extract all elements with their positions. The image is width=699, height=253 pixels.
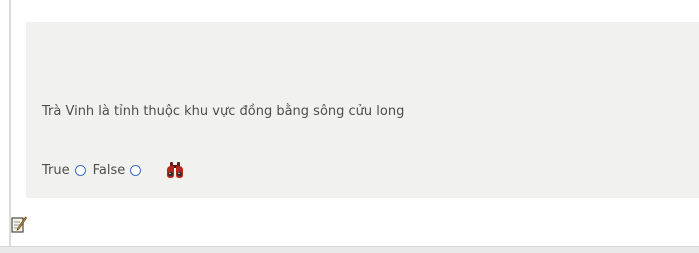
binoculars-icon[interactable] [165, 161, 185, 179]
false-label: False [92, 162, 126, 178]
edit-icon[interactable] [11, 216, 28, 234]
true-radio[interactable] [74, 164, 86, 176]
answer-options: True False [42, 160, 185, 180]
true-label: True [42, 162, 70, 178]
left-divider [9, 0, 11, 246]
question-text: Trà Vinh là tỉnh thuộc khu vực đồng bằng… [42, 104, 405, 119]
question-panel: Trà Vinh là tỉnh thuộc khu vực đồng bằng… [26, 22, 699, 198]
false-radio[interactable] [130, 164, 142, 176]
